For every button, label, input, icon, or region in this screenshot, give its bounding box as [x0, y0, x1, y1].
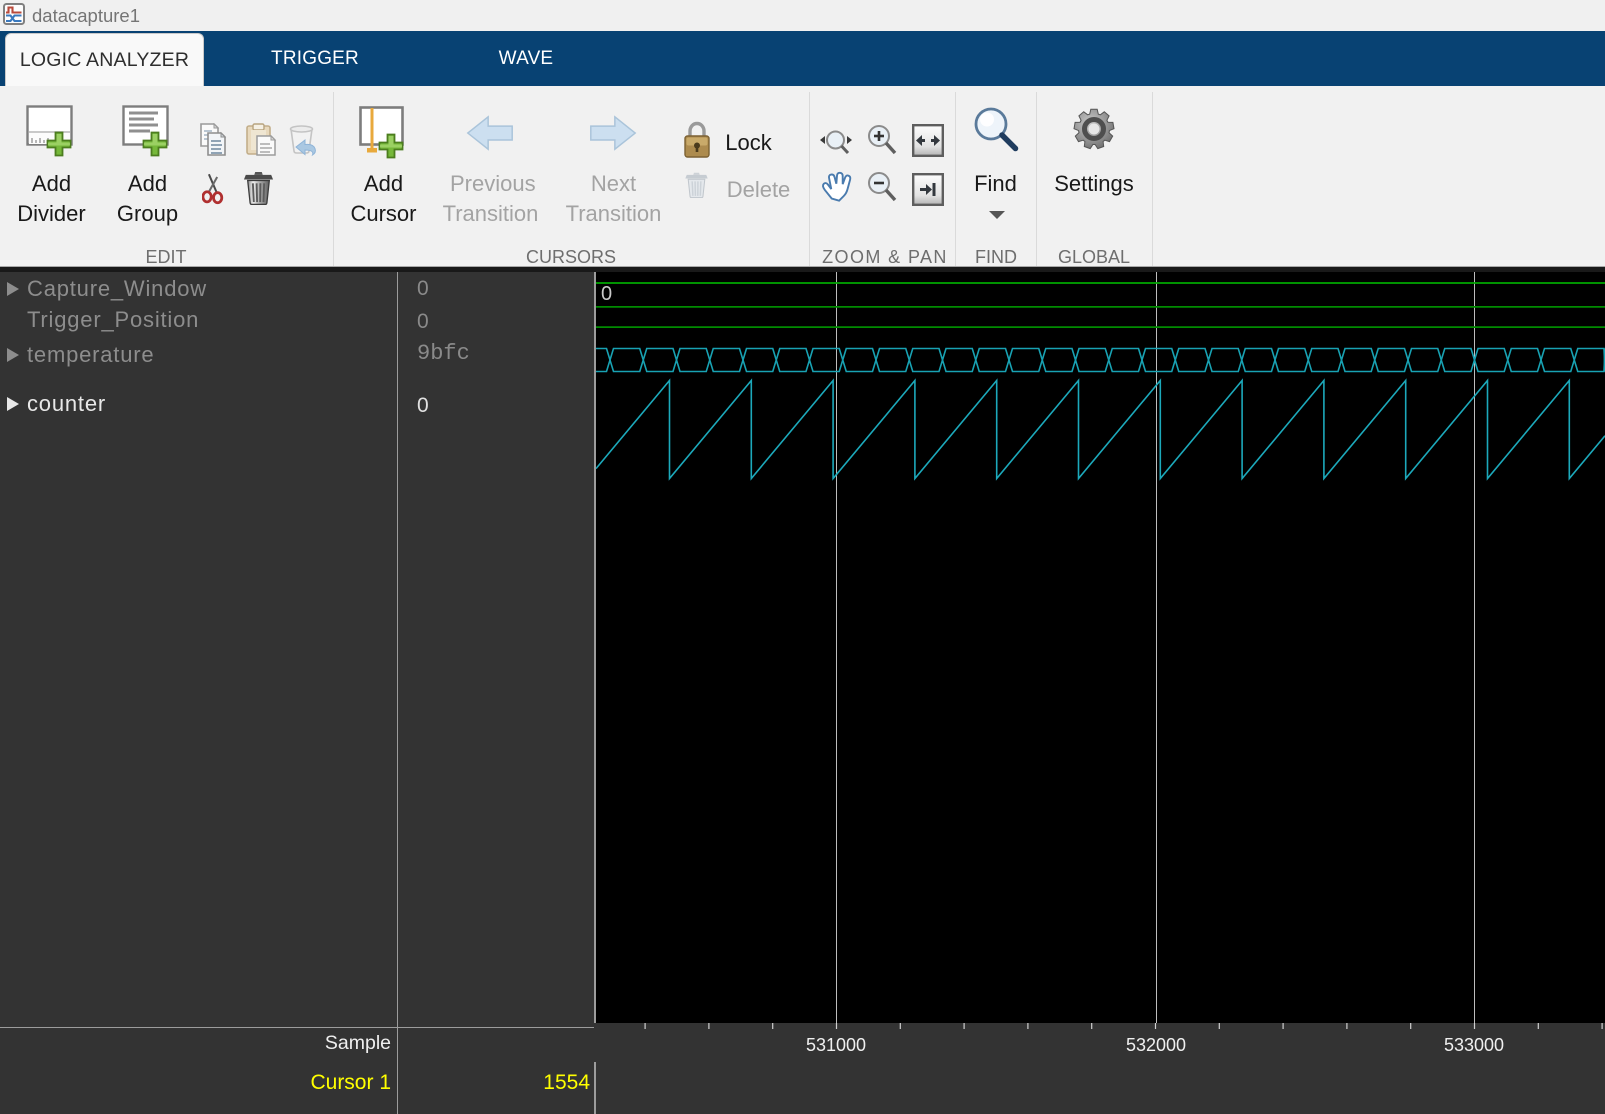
svg-text:0: 0	[601, 283, 612, 305]
